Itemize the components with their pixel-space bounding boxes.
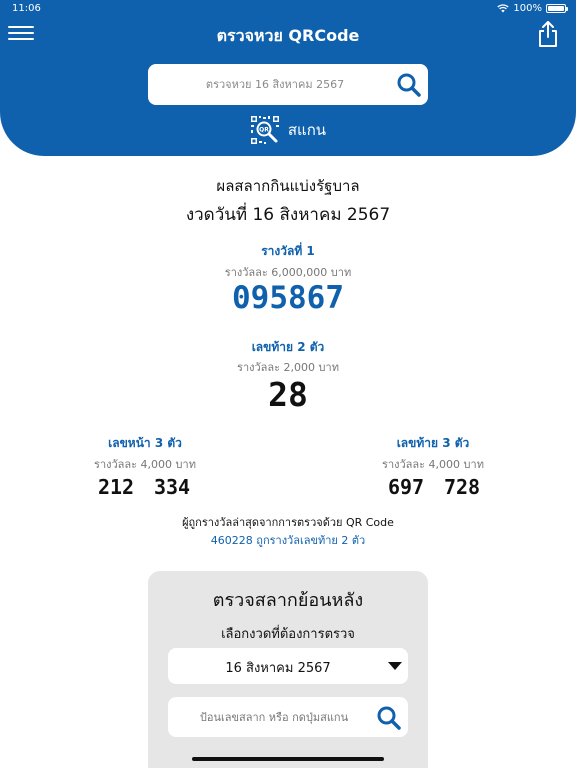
- status-indicators: 100%: [497, 3, 568, 14]
- search-input[interactable]: [148, 64, 388, 105]
- app-title: ตรวจหวย QRCode: [216, 26, 360, 45]
- last3-label: เลขท้าย 3 ตัว: [396, 436, 470, 450]
- qr-winner-caption: ผู้ถูกรางวัลล่าสุดจากการตรวจด้วย QR Code: [182, 516, 394, 529]
- front3-label: เลขหน้า 3 ตัว: [108, 436, 182, 450]
- battery-percent: 100%: [513, 3, 542, 14]
- last3-amount: รางวัลละ 4,000 บาท: [382, 458, 484, 471]
- ticket-number-input[interactable]: [168, 697, 368, 737]
- wifi-icon: [497, 4, 510, 13]
- search-icon[interactable]: [396, 72, 422, 98]
- share-icon[interactable]: [536, 20, 560, 48]
- first-prize-amount: รางวัลละ 6,000,000 บาท: [224, 266, 352, 279]
- battery-icon: [546, 4, 568, 13]
- last3-number-2: 728: [443, 475, 481, 499]
- scan-label: สแกน: [287, 121, 327, 139]
- history-title: ตรวจสลากย้อนหลัง: [212, 590, 364, 611]
- qr-scan-icon: QR: [250, 116, 279, 144]
- last2-amount: รางวัลละ 2,000 บาท: [237, 361, 339, 374]
- front3-number-2: 334: [153, 475, 191, 499]
- front3-number-1: 212: [97, 475, 135, 499]
- result-title: ผลสลากกินแบ่งรัฐบาล: [216, 177, 360, 195]
- last2-label: เลขท้าย 2 ตัว: [251, 340, 325, 354]
- history-subtitle: เลือกงวดที่ต้องการตรวจ: [221, 627, 355, 642]
- caret-down-icon: [388, 662, 402, 670]
- status-bar: 11:06 100%: [0, 0, 576, 18]
- ticket-number-box: [168, 697, 408, 737]
- first-prize-number: 095867: [232, 280, 344, 316]
- scan-button[interactable]: QR สแกน: [0, 114, 576, 146]
- svg-text:QR: QR: [259, 127, 269, 134]
- header-bar: 11:06 100% ตรวจหวย QRCode ตรวจหวย 16 สิง…: [0, 0, 576, 156]
- status-time: 11:06: [12, 3, 41, 14]
- first-prize-label: รางวัลที่ 1: [261, 244, 315, 258]
- last3-number-1: 697: [387, 475, 425, 499]
- history-card: ตรวจสลากย้อนหลัง เลือกงวดที่ต้องการตรวจ …: [148, 571, 428, 768]
- search-icon[interactable]: [376, 705, 402, 731]
- draw-date: งวดวันที่ 16 สิงหาคม 2567: [185, 205, 391, 225]
- last2-number: 28: [268, 375, 308, 414]
- front3-amount: รางวัลละ 4,000 บาท: [94, 458, 196, 471]
- draw-select[interactable]: 16 สิงหาคม 2567: [168, 648, 408, 684]
- search-box: [148, 64, 428, 105]
- home-indicator: [192, 757, 384, 761]
- draw-select-value: 16 สิงหาคม 2567: [225, 661, 331, 676]
- qr-winner-link[interactable]: 460228 ถูกรางวัลเลขท้าย 2 ตัว: [0, 531, 576, 549]
